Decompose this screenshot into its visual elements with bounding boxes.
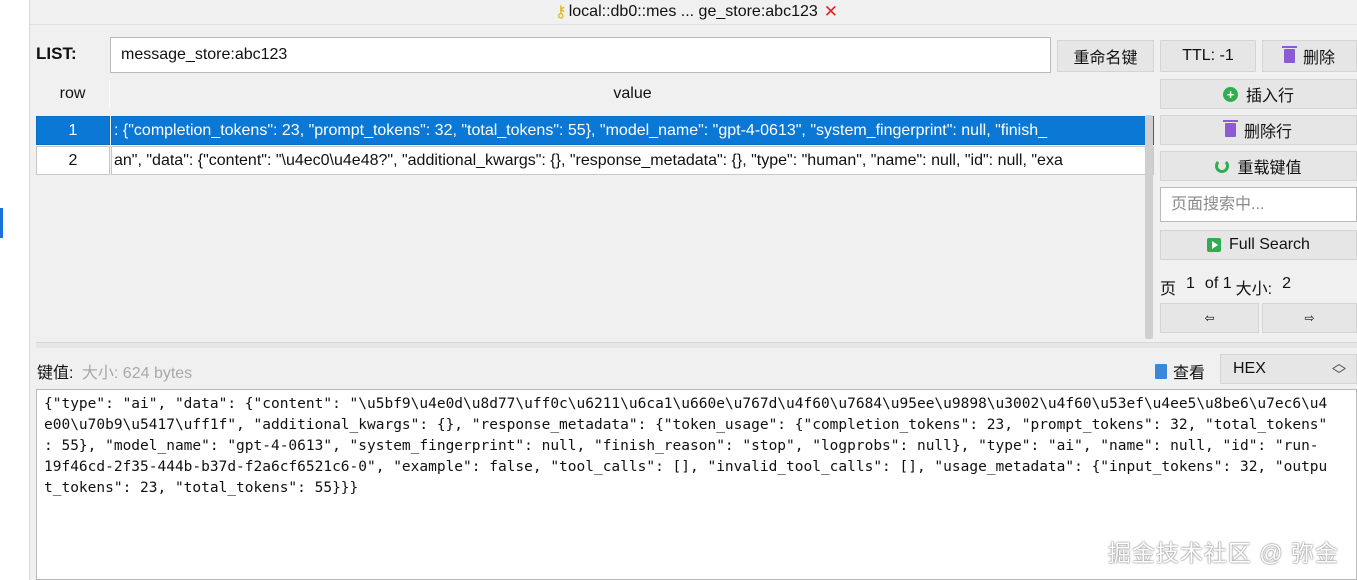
value-line: 19f46cd-2f35-444b-b37d-f2a6cf6521c6-0", … <box>44 459 1328 475</box>
insert-row-button[interactable]: + 插入行 <box>1160 79 1357 109</box>
trash-icon <box>1222 120 1238 137</box>
row-number-cell[interactable]: 1 <box>36 116 110 145</box>
value-cell[interactable]: : {"completion_tokens": 23, "prompt_toke… <box>111 116 1154 145</box>
size-label: 大小: <box>1235 281 1273 298</box>
value-cell[interactable]: an", "data": {"content": "\u4ec0\u4e48?"… <box>111 146 1154 175</box>
watermark: 掘金技术社区 @ 弥金 <box>1107 540 1339 566</box>
full-search-button[interactable]: Full Search <box>1160 230 1357 260</box>
value-line: : 55}, "model_name": "gpt-4-0613", "syst… <box>44 438 1319 454</box>
key-icon: ⚷ <box>555 4 567 21</box>
close-icon[interactable]: ✕ <box>824 2 838 22</box>
rename-key-label: 重命名键 <box>1073 50 1138 67</box>
row-number-cell[interactable]: 2 <box>36 146 110 175</box>
reload-value-label: 重载键值 <box>1237 160 1302 177</box>
trash-icon <box>1281 46 1297 63</box>
delete-row-button[interactable]: 删除行 <box>1160 115 1357 145</box>
value-header: 键值: 大小: 624 bytes <box>37 359 192 383</box>
left-strip-indicator <box>0 208 3 238</box>
key-name-input[interactable]: message_store:abc123 <box>110 37 1051 73</box>
chevron-updown-icon: ︿ ﹀ <box>1332 355 1346 383</box>
value-line: t_tokens": 23, "total_tokens": 55}}} <box>44 480 359 496</box>
view-as-label-group: 查看 <box>1155 359 1205 383</box>
play-icon <box>1207 238 1222 252</box>
delete-row-label: 删除行 <box>1243 124 1292 141</box>
arrow-left-icon: ⇦ <box>1204 311 1215 325</box>
value-line: e00\u70b9\u5417\uff1f", "additional_kwar… <box>44 417 1328 433</box>
value-line: {"type": "ai", "data": {"content": "\u5b… <box>44 396 1328 412</box>
size-value: 2 <box>1282 275 1291 292</box>
left-sidebar-strip <box>0 0 30 580</box>
column-header-value[interactable]: value <box>111 80 1154 108</box>
page-total: of 1 <box>1204 275 1232 292</box>
rename-key-button[interactable]: 重命名键 <box>1057 40 1154 72</box>
prev-page-button[interactable]: ⇦ <box>1160 303 1259 333</box>
ttl-button[interactable]: TTL: -1 <box>1160 40 1256 72</box>
table-scrollbar[interactable] <box>1145 115 1153 339</box>
document-icon <box>1155 363 1167 379</box>
arrow-right-icon: ⇨ <box>1304 311 1315 325</box>
page-label: 页 <box>1160 281 1177 298</box>
column-header-row[interactable]: row <box>36 80 110 108</box>
tab-title: local::db0::mes ... ge_store:abc123 <box>568 3 818 20</box>
view-as-label: 查看 <box>1173 365 1206 382</box>
reload-icon <box>1215 159 1230 173</box>
format-select[interactable]: HEX ︿ ﹀ <box>1220 354 1357 384</box>
app-window: ⚷ local::db0::mes ... ge_store:abc123 ✕ … <box>0 0 1357 580</box>
delete-key-label: 删除 <box>1302 50 1335 67</box>
table-row[interactable]: 1 : {"completion_tokens": 23, "prompt_to… <box>36 116 1154 145</box>
plus-icon: + <box>1222 86 1238 102</box>
delete-key-button[interactable]: 删除 <box>1262 40 1357 72</box>
value-label: 键值: <box>37 365 74 382</box>
next-page-button[interactable]: ⇨ <box>1262 303 1357 333</box>
format-selected-value: HEX <box>1233 360 1266 377</box>
reload-value-button[interactable]: 重载键值 <box>1160 151 1357 181</box>
full-search-label: Full Search <box>1229 236 1310 253</box>
key-type-label: LIST: <box>36 44 77 63</box>
ttl-label: TTL: -1 <box>1182 47 1234 64</box>
tab-key-view[interactable]: ⚷ local::db0::mes ... ge_store:abc123 ✕ <box>555 0 838 24</box>
table-row[interactable]: 2 an", "data": {"content": "\u4ec0\u4e48… <box>36 146 1154 175</box>
pagination-info: 页 1 of 1 大小: 2 <box>1160 275 1291 299</box>
page-current: 1 <box>1186 275 1195 292</box>
insert-row-label: 插入行 <box>1245 88 1294 105</box>
page-search-input[interactable]: 页面搜索中... <box>1160 187 1357 222</box>
table-header: row value <box>36 80 1154 108</box>
panel-splitter[interactable] <box>36 342 1357 348</box>
tab-bar: ⚷ local::db0::mes ... ge_store:abc123 ✕ <box>30 0 1357 25</box>
value-size: 大小: 624 bytes <box>81 365 193 382</box>
